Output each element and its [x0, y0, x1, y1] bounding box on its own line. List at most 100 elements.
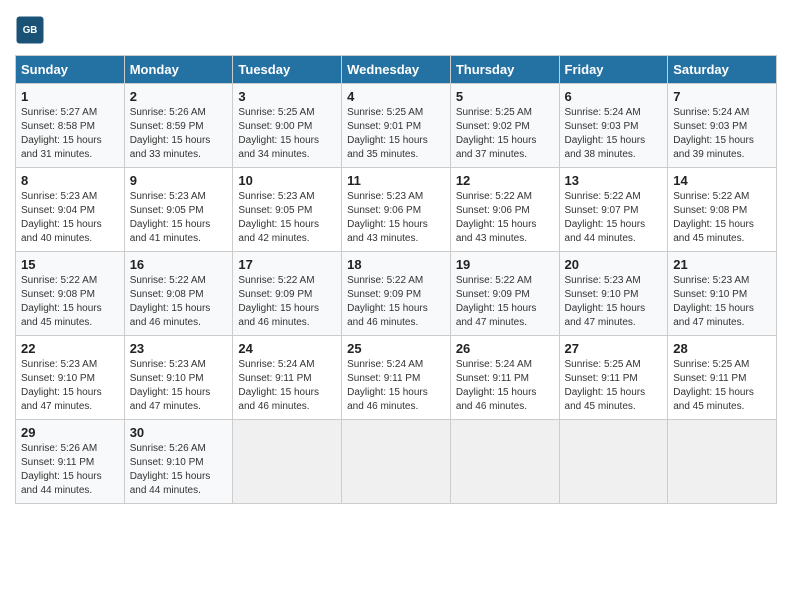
weekday-header-saturday: Saturday — [668, 56, 777, 84]
day-number: 4 — [347, 89, 445, 104]
day-info: Sunrise: 5:23 AMSunset: 9:05 PMDaylight:… — [130, 190, 228, 246]
day-info: Sunrise: 5:26 AMSunset: 9:11 PMDaylight:… — [21, 442, 119, 498]
day-number: 13 — [565, 173, 663, 188]
calendar-cell — [668, 420, 777, 504]
calendar-cell — [233, 420, 342, 504]
calendar-cell: 13Sunrise: 5:22 AMSunset: 9:07 PMDayligh… — [559, 168, 668, 252]
calendar-week-5: 29 Sunrise: 5:26 AMSunset: 9:11 PMDayligh… — [16, 420, 777, 504]
weekday-header-tuesday: Tuesday — [233, 56, 342, 84]
calendar-cell: 27Sunrise: 5:25 AMSunset: 9:11 PMDayligh… — [559, 336, 668, 420]
calendar-cell: 14Sunrise: 5:22 AMSunset: 9:08 PMDayligh… — [668, 168, 777, 252]
day-number: 21 — [673, 257, 771, 272]
day-number: 24 — [238, 341, 336, 356]
day-number: 6 — [565, 89, 663, 104]
day-info: Sunrise: 5:22 AMSunset: 9:09 PMDaylight:… — [456, 274, 554, 330]
logo-icon: GB — [15, 15, 45, 45]
day-info: Sunrise: 5:27 AMSunset: 8:58 PMDaylight:… — [21, 106, 119, 162]
day-number: 10 — [238, 173, 336, 188]
calendar-cell: 16 Sunrise: 5:22 AMSunset: 9:08 PMDayligh… — [124, 252, 233, 336]
svg-text:GB: GB — [23, 25, 38, 36]
weekday-header-row: SundayMondayTuesdayWednesdayThursdayFrid… — [16, 56, 777, 84]
calendar-cell: 23 Sunrise: 5:23 AMSunset: 9:10 PMDayligh… — [124, 336, 233, 420]
day-number: 30 — [130, 425, 228, 440]
day-number: 18 — [347, 257, 445, 272]
calendar-cell: 20 Sunrise: 5:23 AMSunset: 9:10 PMDayligh… — [559, 252, 668, 336]
day-number: 7 — [673, 89, 771, 104]
day-info: Sunrise: 5:23 AMSunset: 9:10 PMDaylight:… — [130, 358, 228, 414]
calendar-cell: 18 Sunrise: 5:22 AMSunset: 9:09 PMDayligh… — [342, 252, 451, 336]
day-info: Sunrise: 5:23 AMSunset: 9:10 PMDaylight:… — [673, 274, 771, 330]
day-number: 22 — [21, 341, 119, 356]
calendar-cell — [559, 420, 668, 504]
calendar-cell: 22 Sunrise: 5:23 AMSunset: 9:10 PMDayligh… — [16, 336, 125, 420]
day-info: Sunrise: 5:25 AMSunset: 9:01 PMDaylight:… — [347, 106, 445, 162]
day-number: 5 — [456, 89, 554, 104]
day-info: Sunrise: 5:24 AMSunset: 9:11 PMDaylight:… — [456, 358, 554, 414]
calendar-cell: 21 Sunrise: 5:23 AMSunset: 9:10 PMDayligh… — [668, 252, 777, 336]
calendar-cell: 12 Sunrise: 5:22 AMSunset: 9:06 PMDayligh… — [450, 168, 559, 252]
calendar-cell: 25 Sunrise: 5:24 AMSunset: 9:11 PMDayligh… — [342, 336, 451, 420]
calendar-cell: 24 Sunrise: 5:24 AMSunset: 9:11 PMDayligh… — [233, 336, 342, 420]
calendar-cell: 28 Sunrise: 5:25 AMSunset: 9:11 PMDayligh… — [668, 336, 777, 420]
calendar-cell: 5Sunrise: 5:25 AMSunset: 9:02 PMDaylight… — [450, 84, 559, 168]
day-info: Sunrise: 5:25 AMSunset: 9:11 PMDaylight:… — [565, 358, 663, 414]
day-info: Sunrise: 5:24 AMSunset: 9:11 PMDaylight:… — [347, 358, 445, 414]
day-info: Sunrise: 5:22 AMSunset: 9:06 PMDaylight:… — [456, 190, 554, 246]
day-info: Sunrise: 5:24 AMSunset: 9:11 PMDaylight:… — [238, 358, 336, 414]
calendar-cell: 6 Sunrise: 5:24 AMSunset: 9:03 PMDaylight… — [559, 84, 668, 168]
day-number: 8 — [21, 173, 119, 188]
day-info: Sunrise: 5:23 AMSunset: 9:10 PMDaylight:… — [21, 358, 119, 414]
day-number: 25 — [347, 341, 445, 356]
day-number: 2 — [130, 89, 228, 104]
day-number: 16 — [130, 257, 228, 272]
calendar-cell: 3 Sunrise: 5:25 AMSunset: 9:00 PMDaylight… — [233, 84, 342, 168]
calendar-cell: 11Sunrise: 5:23 AMSunset: 9:06 PMDayligh… — [342, 168, 451, 252]
calendar-cell: 29 Sunrise: 5:26 AMSunset: 9:11 PMDayligh… — [16, 420, 125, 504]
day-info: Sunrise: 5:24 AMSunset: 9:03 PMDaylight:… — [673, 106, 771, 162]
calendar-cell: 10 Sunrise: 5:23 AMSunset: 9:05 PMDayligh… — [233, 168, 342, 252]
calendar-cell — [450, 420, 559, 504]
calendar-cell: 1 Sunrise: 5:27 AMSunset: 8:58 PMDaylight… — [16, 84, 125, 168]
calendar-table: SundayMondayTuesdayWednesdayThursdayFrid… — [15, 55, 777, 504]
day-number: 23 — [130, 341, 228, 356]
calendar-week-4: 22 Sunrise: 5:23 AMSunset: 9:10 PMDayligh… — [16, 336, 777, 420]
weekday-header-thursday: Thursday — [450, 56, 559, 84]
calendar-cell: 17 Sunrise: 5:22 AMSunset: 9:09 PMDayligh… — [233, 252, 342, 336]
day-number: 17 — [238, 257, 336, 272]
day-number: 1 — [21, 89, 119, 104]
day-number: 14 — [673, 173, 771, 188]
calendar-cell: 7 Sunrise: 5:24 AMSunset: 9:03 PMDaylight… — [668, 84, 777, 168]
calendar-cell: 4 Sunrise: 5:25 AMSunset: 9:01 PMDaylight… — [342, 84, 451, 168]
calendar-week-1: 1 Sunrise: 5:27 AMSunset: 8:58 PMDaylight… — [16, 84, 777, 168]
day-number: 29 — [21, 425, 119, 440]
calendar-cell: 30 Sunrise: 5:26 AMSunset: 9:10 PMDayligh… — [124, 420, 233, 504]
day-info: Sunrise: 5:24 AMSunset: 9:03 PMDaylight:… — [565, 106, 663, 162]
day-info: Sunrise: 5:23 AMSunset: 9:04 PMDaylight:… — [21, 190, 119, 246]
day-number: 19 — [456, 257, 554, 272]
day-info: Sunrise: 5:23 AMSunset: 9:05 PMDaylight:… — [238, 190, 336, 246]
day-number: 26 — [456, 341, 554, 356]
weekday-header-wednesday: Wednesday — [342, 56, 451, 84]
day-info: Sunrise: 5:22 AMSunset: 9:09 PMDaylight:… — [347, 274, 445, 330]
calendar-cell: 15 Sunrise: 5:22 AMSunset: 9:08 PMDayligh… — [16, 252, 125, 336]
day-info: Sunrise: 5:22 AMSunset: 9:09 PMDaylight:… — [238, 274, 336, 330]
day-info: Sunrise: 5:22 AMSunset: 9:08 PMDaylight:… — [130, 274, 228, 330]
calendar-cell: 8 Sunrise: 5:23 AMSunset: 9:04 PMDaylight… — [16, 168, 125, 252]
day-info: Sunrise: 5:26 AMSunset: 9:10 PMDaylight:… — [130, 442, 228, 498]
day-info: Sunrise: 5:25 AMSunset: 9:00 PMDaylight:… — [238, 106, 336, 162]
calendar-cell — [342, 420, 451, 504]
day-number: 20 — [565, 257, 663, 272]
day-info: Sunrise: 5:25 AMSunset: 9:11 PMDaylight:… — [673, 358, 771, 414]
day-number: 15 — [21, 257, 119, 272]
weekday-header-monday: Monday — [124, 56, 233, 84]
calendar-cell: 2Sunrise: 5:26 AMSunset: 8:59 PMDaylight… — [124, 84, 233, 168]
day-info: Sunrise: 5:22 AMSunset: 9:08 PMDaylight:… — [21, 274, 119, 330]
day-number: 3 — [238, 89, 336, 104]
calendar-cell: 19 Sunrise: 5:22 AMSunset: 9:09 PMDayligh… — [450, 252, 559, 336]
day-number: 28 — [673, 341, 771, 356]
day-info: Sunrise: 5:23 AMSunset: 9:10 PMDaylight:… — [565, 274, 663, 330]
calendar-cell: 9Sunrise: 5:23 AMSunset: 9:05 PMDaylight… — [124, 168, 233, 252]
day-number: 12 — [456, 173, 554, 188]
calendar-cell: 26 Sunrise: 5:24 AMSunset: 9:11 PMDayligh… — [450, 336, 559, 420]
calendar-week-2: 8 Sunrise: 5:23 AMSunset: 9:04 PMDaylight… — [16, 168, 777, 252]
